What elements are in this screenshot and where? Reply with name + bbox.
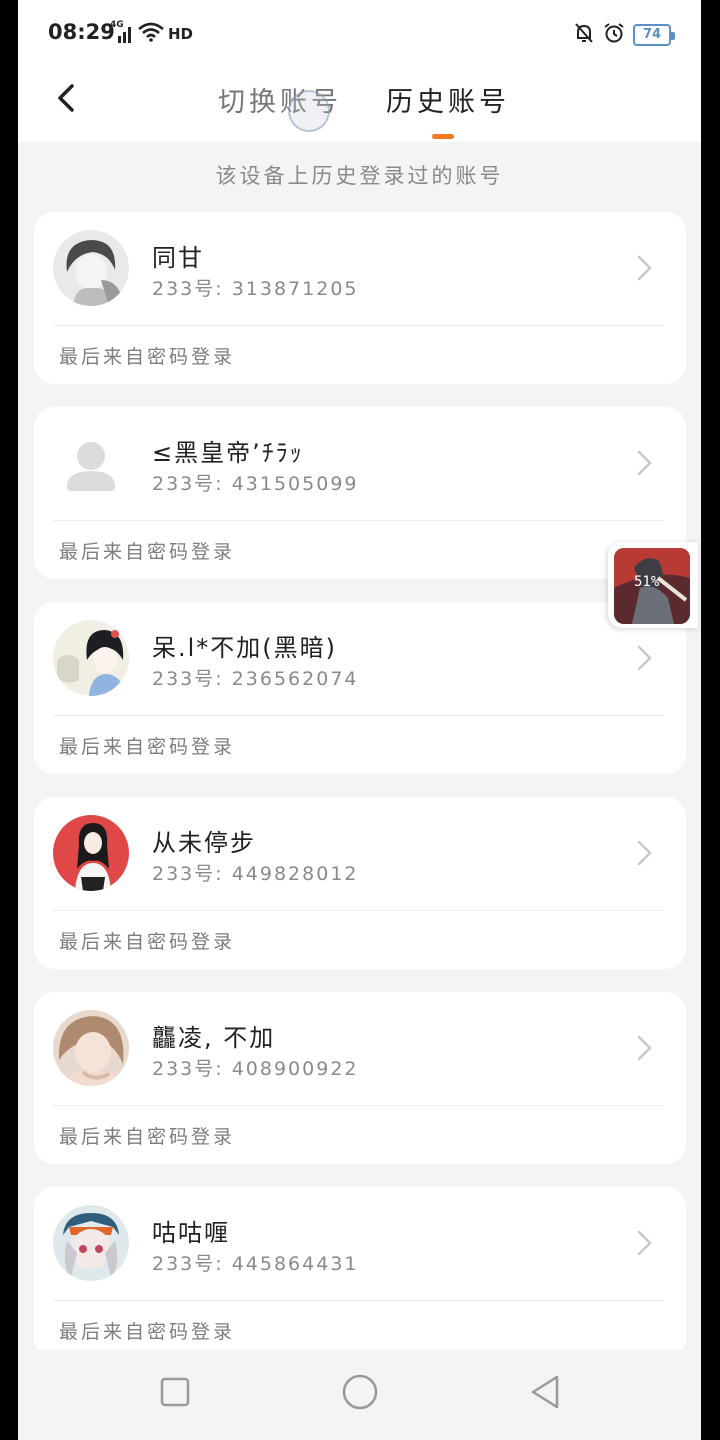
floating-game-widget[interactable]: 51% — [608, 542, 698, 628]
login-method: 最后来自密码登录 — [59, 931, 236, 953]
account-card[interactable]: 同甘 233号: 313871205 最后来自密码登录 — [34, 212, 686, 384]
login-method: 最后来自密码登录 — [59, 1126, 236, 1148]
login-method: 最后来自密码登录 — [59, 346, 236, 368]
avatar — [53, 1010, 129, 1086]
back-button[interactable] — [48, 78, 88, 118]
status-icons-right: 74 — [573, 22, 675, 48]
active-tab-indicator — [432, 134, 454, 139]
alarm-icon — [603, 22, 625, 48]
hd-icon: HD — [168, 25, 194, 43]
account-id: 233号: 236562074 — [152, 668, 359, 690]
account-name: 呆.l*不加(黑暗) — [152, 634, 338, 662]
avatar — [53, 425, 129, 501]
account-card[interactable]: 从未停步 233号: 449828012 最后来自密码登录 — [34, 797, 686, 969]
chevron-right-icon — [637, 1035, 652, 1061]
status-bar: 08:29 4G HD 74 — [18, 0, 701, 70]
account-card[interactable]: 龘凌, 不加 233号: 408900922 最后来自密码登录 — [34, 992, 686, 1164]
chevron-right-icon — [637, 1230, 652, 1256]
login-method: 最后来自密码登录 — [59, 736, 236, 758]
account-name: 咕咕喱 — [152, 1219, 230, 1247]
touch-indicator — [288, 90, 330, 132]
header: 切换账号 历史账号 — [18, 70, 701, 142]
back-nav-button[interactable] — [526, 1372, 566, 1412]
divider — [53, 325, 664, 326]
account-id: 233号: 408900922 — [152, 1058, 359, 1080]
battery-icon: 74 — [633, 24, 675, 46]
mute-bell-icon — [573, 22, 595, 48]
section-subtitle: 该设备上历史登录过的账号 — [215, 164, 504, 188]
account-id: 233号: 313871205 — [152, 278, 359, 300]
divider — [53, 1105, 664, 1106]
chevron-right-icon — [637, 840, 652, 866]
chevron-right-icon — [637, 450, 652, 476]
status-time: 08:29 — [48, 20, 115, 44]
wifi-icon — [138, 22, 164, 46]
account-card[interactable]: 咕咕喱 233号: 445864431 最后来自密码登录 — [34, 1187, 686, 1359]
square-icon — [160, 1377, 190, 1407]
chevron-left-icon — [58, 84, 74, 112]
triangle-back-icon — [531, 1375, 559, 1409]
account-name: 龘凌, 不加 — [152, 1024, 276, 1052]
login-method: 最后来自密码登录 — [59, 1321, 236, 1343]
avatar — [53, 815, 129, 891]
login-method: 最后来自密码登录 — [59, 541, 236, 563]
avatar — [53, 230, 129, 306]
chevron-right-icon — [637, 645, 652, 671]
avatar — [53, 620, 129, 696]
avatar — [53, 1205, 129, 1281]
account-name: ≤黑皇帝’ﾁﾗｯ — [152, 439, 304, 467]
account-name: 同甘 — [152, 244, 204, 272]
chevron-right-icon — [637, 255, 652, 281]
home-button[interactable] — [340, 1372, 380, 1412]
divider — [53, 1300, 664, 1301]
network-type-label: 4G — [110, 20, 124, 30]
recent-apps-button[interactable] — [155, 1372, 195, 1412]
account-card[interactable]: ≤黑皇帝’ﾁﾗｯ 233号: 431505099 最后来自密码登录 — [34, 407, 686, 579]
divider — [53, 715, 664, 716]
circle-icon — [342, 1374, 378, 1410]
signal-icon: 4G — [110, 20, 134, 44]
account-list: 同甘 233号: 313871205 最后来自密码登录 ≤黑皇帝’ﾁﾗｯ 233… — [34, 212, 686, 1382]
account-id: 233号: 431505099 — [152, 473, 359, 495]
progress-percent: 51% — [634, 574, 660, 590]
account-id: 233号: 449828012 — [152, 863, 359, 885]
system-nav-bar — [18, 1350, 701, 1440]
divider — [53, 520, 664, 521]
account-name: 从未停步 — [152, 829, 256, 857]
status-icons-left: 4G HD — [110, 20, 194, 46]
account-id: 233号: 445864431 — [152, 1253, 359, 1275]
account-card[interactable]: 呆.l*不加(黑暗) 233号: 236562074 最后来自密码登录 — [34, 602, 686, 774]
tab-history-account[interactable]: 历史账号 — [386, 80, 510, 119]
screen: 08:29 4G HD 74 切换账号 历史账号 该设备上历史登录过的账号 同甘… — [18, 0, 701, 1440]
divider — [53, 910, 664, 911]
